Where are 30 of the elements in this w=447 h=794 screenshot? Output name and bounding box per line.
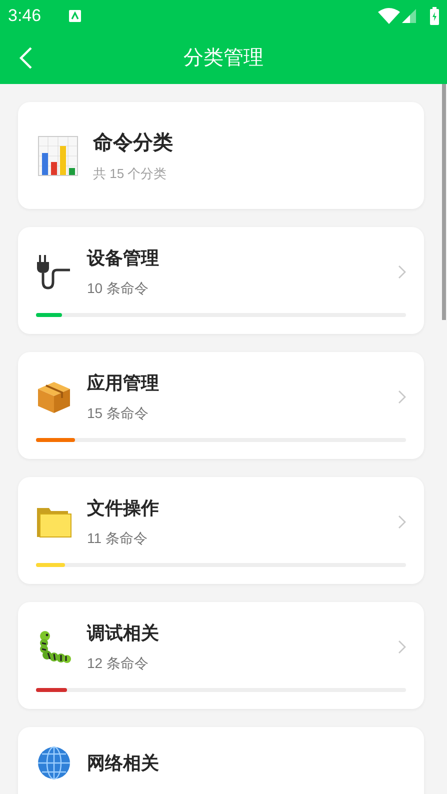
- command-count: 12 条命令: [87, 654, 150, 673]
- chevron-icon: [398, 515, 406, 529]
- category-card[interactable]: 设备管理 10 条命令: [18, 227, 424, 334]
- screen-title: 分类管理: [184, 46, 264, 71]
- summary-subtitle: 共 15 个分类: [93, 164, 168, 183]
- plug-icon: [36, 254, 72, 290]
- chevron-icon: [398, 390, 406, 404]
- summary-title: 命令分类: [93, 130, 173, 156]
- command-count: 10 条命令: [87, 279, 150, 298]
- command-count: 11 条命令: [87, 529, 148, 548]
- category-name: 网络相关: [87, 752, 160, 774]
- category-name: 文件操作: [87, 497, 160, 520]
- signal-icon: [402, 9, 416, 23]
- category-name: 应用管理: [87, 372, 160, 395]
- command-count: 15 条命令: [87, 404, 150, 423]
- category-card[interactable]: 文件操作 11 条命令: [18, 477, 424, 584]
- globe-icon: [36, 745, 72, 781]
- category-card[interactable]: 网络相关: [18, 727, 424, 794]
- battery-icon: [430, 7, 439, 25]
- category-card[interactable]: 应用管理 15 条命令: [18, 352, 424, 459]
- chevron-icon: [398, 640, 406, 654]
- chevron-icon: [398, 265, 406, 279]
- bar-chart-icon: [38, 136, 78, 176]
- wifi-icon: [378, 8, 400, 24]
- status-time: 3:46: [8, 5, 42, 28]
- notification-icon: [69, 10, 82, 22]
- box-icon: [36, 379, 72, 415]
- category-name: 调试相关: [87, 622, 160, 645]
- category-card[interactable]: 调试相关 12 条命令: [18, 602, 424, 709]
- category-name: 设备管理: [87, 247, 160, 270]
